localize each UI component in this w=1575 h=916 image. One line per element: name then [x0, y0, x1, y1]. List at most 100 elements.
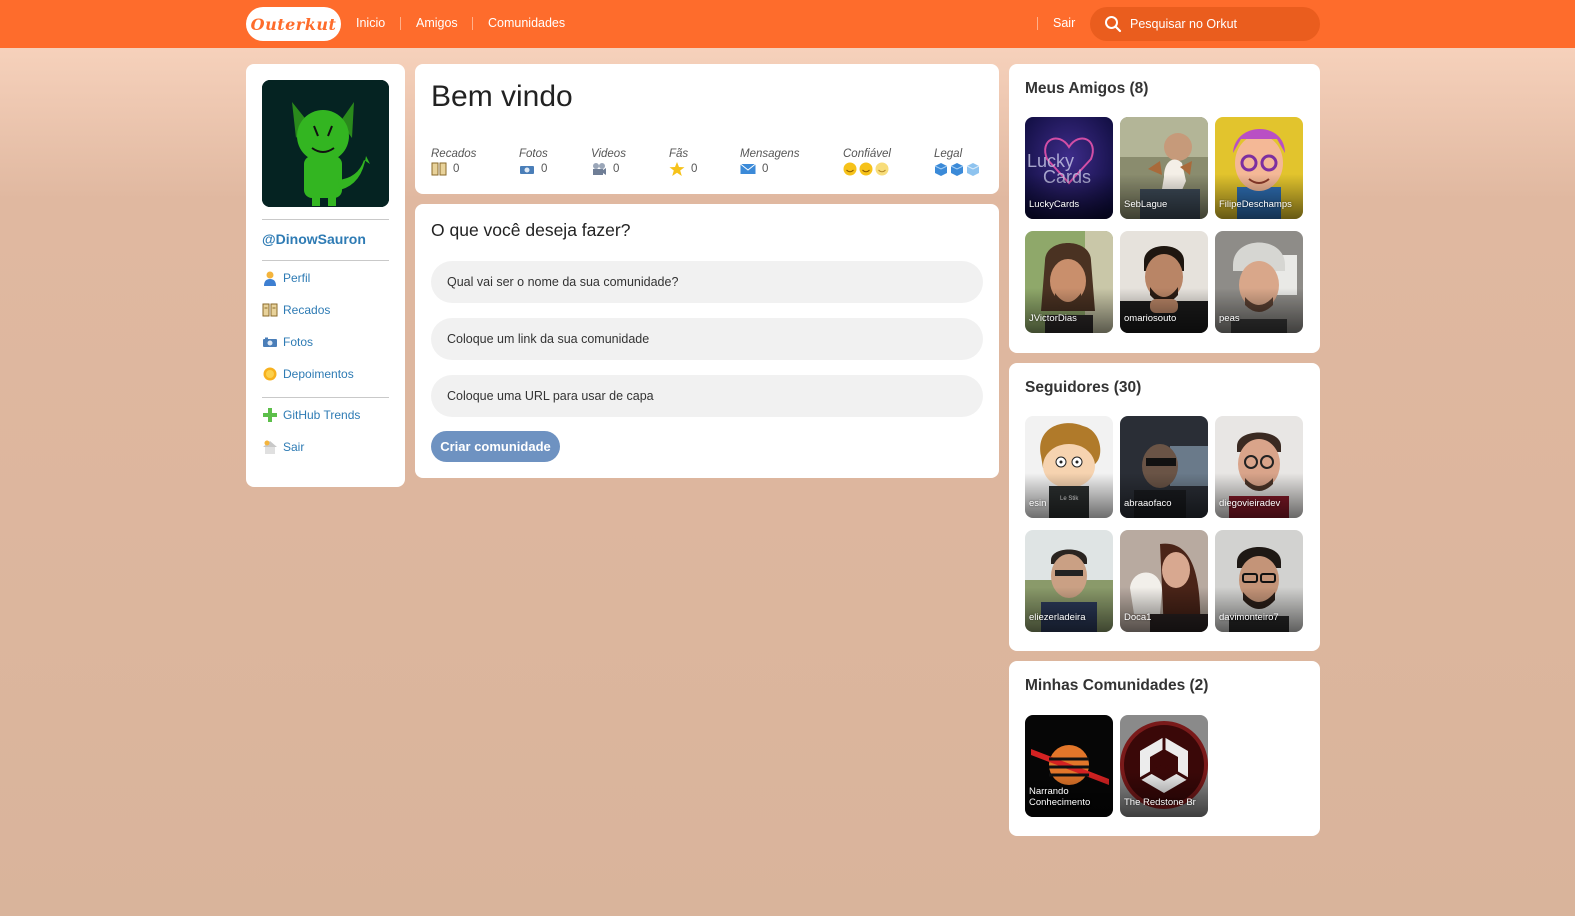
friend-name: JVictorDias	[1029, 313, 1077, 324]
communities-title: Minhas Comunidades (2)	[1025, 677, 1209, 694]
star-icon	[669, 162, 685, 176]
friend-name: peas	[1219, 313, 1240, 324]
follower-name: esin	[1029, 498, 1047, 509]
follower-name: diegovieiradev	[1219, 498, 1281, 509]
menu-label: Sair	[283, 440, 305, 454]
stat-label: Fotos	[519, 148, 548, 160]
stat-legal[interactable]: Legal	[934, 148, 988, 176]
friend-tile[interactable]: peas	[1215, 231, 1303, 333]
followers-card: Seguidores (30) Le Stik esin abraaofaco …	[1009, 363, 1320, 651]
follower-tile[interactable]: davimonteiro7	[1215, 530, 1303, 632]
friend-tile[interactable]: JVictorDias	[1025, 231, 1113, 333]
follower-name: abraaofaco	[1124, 498, 1172, 509]
friend-name: omariosouto	[1124, 313, 1177, 324]
cube-rating	[934, 162, 988, 176]
plus-icon	[263, 408, 277, 422]
menu-label: Depoimentos	[283, 367, 354, 381]
community-tile[interactable]: The Redstone Br	[1120, 715, 1208, 817]
friend-tile[interactable]: LuckyCards LuckyCards	[1025, 117, 1113, 219]
stat-value: 0	[541, 163, 548, 175]
nav-inicio[interactable]: Inicio	[356, 16, 385, 30]
follower-name: Doca1	[1124, 612, 1152, 623]
follower-tile[interactable]: diegovieiradev	[1215, 416, 1303, 518]
menu-label: Recados	[283, 303, 331, 317]
logout-link[interactable]: Sair	[1053, 16, 1075, 30]
search-box	[1090, 7, 1320, 41]
menu-depoimentos[interactable]: Depoimentos	[262, 365, 354, 383]
nav-separator	[400, 17, 401, 30]
nav-separator	[1037, 17, 1038, 30]
community-tile[interactable]: Narrando Conhecimento	[1025, 715, 1113, 817]
friends-card: Meus Amigos (8) LuckyCards LuckyCards Se…	[1009, 64, 1320, 353]
stat-videos[interactable]: Videos 0	[591, 148, 626, 176]
scrapbook-icon	[431, 162, 447, 176]
sun-icon	[263, 367, 277, 381]
follower-tile[interactable]: Le Stik esin	[1025, 416, 1113, 518]
follower-tile[interactable]: Doca1	[1120, 530, 1208, 632]
avatar[interactable]	[262, 80, 389, 207]
create-community-card: O que você deseja fazer? Criar comunidad…	[415, 204, 999, 478]
menu-label: Fotos	[283, 335, 314, 349]
menu-label: Perfil	[283, 271, 311, 285]
username-link[interactable]: @DinowSauron	[262, 231, 366, 247]
divider	[262, 397, 389, 398]
user-icon	[264, 271, 276, 286]
smile-rating	[843, 162, 897, 176]
stat-mensagens[interactable]: Mensagens 0	[740, 148, 799, 176]
friends-title: Meus Amigos (8)	[1025, 80, 1149, 97]
nav-comunidades[interactable]: Comunidades	[488, 16, 565, 30]
welcome-card: Bem vindo Recados 0 Fotos 0 Videos 0 Fãs…	[415, 64, 999, 194]
friend-tile[interactable]: SebLague	[1120, 117, 1208, 219]
stat-confiavel[interactable]: Confiável	[843, 148, 897, 176]
follower-name: davimonteiro7	[1219, 612, 1279, 623]
divider	[262, 260, 389, 261]
friend-name: FilipeDeschamps	[1219, 199, 1292, 210]
communities-card: Minhas Comunidades (2) Narrando Conhecim…	[1009, 661, 1320, 836]
community-name: The Redstone Br	[1124, 797, 1196, 808]
camera-icon	[520, 166, 534, 174]
menu-fotos[interactable]: Fotos	[262, 333, 313, 351]
follower-name: eliezerladeira	[1029, 612, 1086, 623]
stat-label: Videos	[591, 148, 626, 160]
home-exit-icon	[263, 440, 277, 454]
search-input[interactable]	[1130, 7, 1315, 41]
ice-cube-icon	[934, 163, 980, 176]
friend-tile[interactable]: omariosouto	[1120, 231, 1208, 333]
profile-sidebar: @DinowSauron Perfil Recados Fotos Depoim…	[246, 64, 405, 487]
menu-recados[interactable]: Recados	[262, 301, 330, 319]
friend-name: SebLague	[1124, 199, 1168, 210]
stat-fas[interactable]: Fãs 0	[669, 148, 697, 176]
stat-label: Legal	[934, 148, 963, 160]
top-bar: Outerkut Inicio Amigos Comunidades Sair	[0, 0, 1575, 48]
divider	[262, 219, 389, 220]
menu-label: GitHub Trends	[283, 408, 361, 422]
scrapbook-icon	[262, 303, 278, 317]
stat-label: Fãs	[669, 148, 689, 160]
video-camera-icon	[593, 163, 606, 175]
search-icon	[1105, 16, 1122, 33]
followers-title: Seguidores (30)	[1025, 379, 1142, 396]
stat-label: Confiável	[843, 148, 891, 160]
nav-amigos[interactable]: Amigos	[416, 16, 458, 30]
stat-value: 0	[453, 163, 460, 175]
friend-name: LuckyCards	[1029, 199, 1080, 210]
stat-fotos[interactable]: Fotos 0	[519, 148, 548, 176]
community-cover-input[interactable]	[431, 375, 983, 417]
camera-icon	[263, 337, 277, 347]
menu-perfil[interactable]: Perfil	[262, 269, 310, 287]
friend-tile[interactable]: FilipeDeschamps	[1215, 117, 1303, 219]
menu-github-trends[interactable]: GitHub Trends	[262, 406, 360, 424]
follower-tile[interactable]: abraaofaco	[1120, 416, 1208, 518]
envelope-icon	[740, 163, 756, 174]
community-name-input[interactable]	[431, 261, 983, 303]
follower-tile[interactable]: eliezerladeira	[1025, 530, 1113, 632]
app-logo[interactable]: Outerkut	[246, 7, 341, 41]
create-community-button[interactable]: Criar comunidade	[431, 431, 560, 462]
smile-icon	[843, 162, 889, 176]
menu-sair[interactable]: Sair	[262, 438, 304, 456]
stat-recados[interactable]: Recados 0	[431, 148, 476, 176]
community-link-input[interactable]	[431, 318, 983, 360]
nav-separator	[472, 17, 473, 30]
stat-value: 0	[762, 163, 769, 175]
stat-label: Mensagens	[740, 148, 800, 160]
